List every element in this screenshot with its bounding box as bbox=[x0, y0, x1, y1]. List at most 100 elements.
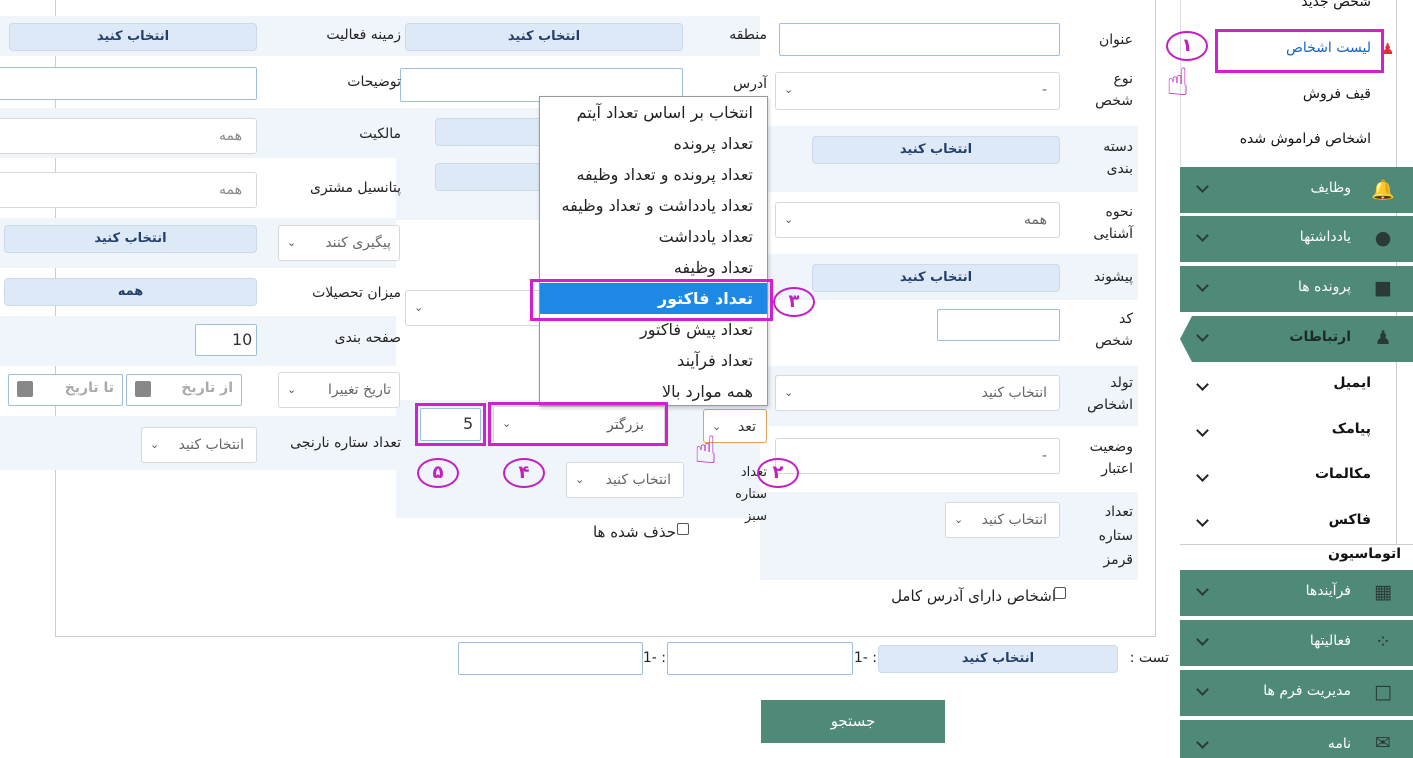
range-input-1[interactable] bbox=[667, 642, 853, 675]
form-management-label: مدیریت فرم ها bbox=[1263, 683, 1351, 699]
sidebar-item-letter[interactable]: نامه ✉ bbox=[1180, 720, 1413, 758]
red-stars-value: انتخاب کنید bbox=[981, 512, 1047, 528]
ownership-select[interactable]: همه bbox=[0, 118, 257, 154]
processes-label: فرآیندها bbox=[1305, 583, 1351, 599]
category-label: دسته بندی bbox=[1103, 139, 1133, 177]
folder-icon: ■ bbox=[1374, 277, 1392, 299]
change-date-value: تاریخ تغییرا bbox=[327, 382, 391, 398]
test-pill[interactable]: انتخاب کنید bbox=[878, 645, 1118, 673]
description-label: توضیحات bbox=[347, 74, 401, 90]
step-5-marker: ۵ bbox=[417, 458, 459, 488]
sidebar-item-form-management[interactable]: مدیریت فرم ها □ bbox=[1180, 670, 1413, 716]
sidebar-item-forgotten-persons[interactable]: اشخاص فراموش شده bbox=[1240, 131, 1371, 147]
customer-potential-label: پتانسیل مشتری bbox=[310, 180, 401, 196]
range-sep-2: 1- : bbox=[642, 650, 666, 666]
education-pill[interactable]: همه bbox=[4, 278, 257, 306]
sidebar-item-fax[interactable]: فاکس bbox=[1329, 512, 1371, 528]
change-date-select[interactable]: تاریخ تغییرا ⌄ bbox=[278, 372, 400, 408]
dropdown-item[interactable]: انتخاب بر اساس تعداد آیتم bbox=[540, 97, 767, 128]
green-stars-select[interactable]: انتخاب کنید ⌄ bbox=[566, 462, 684, 498]
customer-potential-select[interactable]: همه bbox=[0, 172, 257, 208]
calendar-icon bbox=[17, 381, 33, 397]
followup-pill[interactable]: انتخاب کنید bbox=[4, 225, 257, 253]
sidebar-item-new-person[interactable]: شخص جدید bbox=[1301, 0, 1371, 10]
dropdown-item[interactable]: تعداد یادداشت bbox=[540, 221, 767, 252]
acquaintance-label: نحوه آشنایی bbox=[1093, 204, 1133, 242]
sidebar-item-activities[interactable]: فعالیتها ⁘ bbox=[1180, 620, 1413, 666]
sidebar-item-sales-funnel[interactable]: قیف فروش bbox=[1303, 86, 1371, 102]
region-pill[interactable]: انتخاب کنید bbox=[405, 23, 683, 51]
sidebar-item-tasks[interactable]: وظایف 🔔 bbox=[1180, 167, 1413, 213]
orange-stars-value: انتخاب کنید bbox=[178, 437, 244, 453]
activity-field-label: زمینه فعالیت bbox=[326, 27, 401, 43]
chevron-down-icon: ⌄ bbox=[784, 386, 794, 399]
prefix-pill[interactable]: انتخاب کنید bbox=[812, 264, 1060, 292]
mid-select-hidden[interactable]: ⌄ bbox=[405, 290, 545, 326]
sidebar-item-communications[interactable]: ارتباطات ♟ bbox=[1180, 316, 1413, 362]
flow-icon: ▦ bbox=[1374, 581, 1392, 603]
count-type-value: تعد bbox=[738, 419, 756, 435]
chevron-down-icon: ⌄ bbox=[287, 383, 297, 396]
activity-field-pill[interactable]: انتخاب کنید bbox=[9, 23, 257, 51]
from-date-input[interactable]: از تاریخ bbox=[126, 374, 242, 406]
ownership-label: مالکیت bbox=[359, 126, 401, 142]
mid-pill-2[interactable] bbox=[435, 163, 555, 191]
chevron-down-icon: ⌄ bbox=[784, 83, 794, 96]
red-stars-select[interactable]: انتخاب کنید ⌄ bbox=[945, 502, 1060, 538]
region-label: منطقه bbox=[729, 27, 767, 43]
chevron-down-icon: ⌄ bbox=[784, 213, 794, 226]
red-stars-label: تعداد ستاره قرمز bbox=[1098, 504, 1133, 568]
paging-input[interactable]: 10 bbox=[195, 324, 257, 356]
sidebar-item-notes[interactable]: یادداشتها ● bbox=[1180, 216, 1413, 262]
notes-label: یادداشتها bbox=[1299, 229, 1351, 245]
sidebar-separator bbox=[1180, 544, 1413, 545]
paging-label: صفحه بندی bbox=[334, 330, 401, 346]
address-label: آدرس bbox=[733, 76, 767, 92]
title-input[interactable] bbox=[779, 23, 1060, 56]
acquaintance-select[interactable]: همه ⌄ bbox=[775, 202, 1060, 238]
chevron-down-icon bbox=[1196, 633, 1209, 646]
category-pill[interactable]: انتخاب کنید bbox=[812, 136, 1060, 164]
full-address-checkbox[interactable] bbox=[1054, 587, 1066, 599]
person-type-label: نوع شخص bbox=[1095, 71, 1133, 109]
dropdown-item[interactable]: تعداد فرآیند bbox=[540, 345, 767, 376]
user-icon: ♟ bbox=[1374, 327, 1392, 349]
deleted-checkbox[interactable] bbox=[677, 523, 689, 535]
followup-select[interactable]: پیگیری کنند ⌄ bbox=[278, 225, 400, 261]
step-3-marker: ۳ bbox=[773, 287, 815, 317]
calendar-icon bbox=[135, 381, 151, 397]
birth-value: انتخاب کنید bbox=[981, 385, 1047, 401]
chevron-down-icon: ⌄ bbox=[414, 301, 424, 314]
range-sep-1: 1- : bbox=[853, 650, 877, 666]
birth-select[interactable]: انتخاب کنید ⌄ bbox=[775, 375, 1060, 411]
dropdown-item[interactable]: تعداد پرونده bbox=[540, 128, 767, 159]
person-code-input[interactable] bbox=[937, 309, 1060, 341]
count-dropdown-menu[interactable]: انتخاب بر اساس تعداد آیتم تعداد پرونده ت… bbox=[539, 96, 768, 406]
person-code-label: کد شخص bbox=[1095, 311, 1133, 349]
description-input[interactable] bbox=[0, 67, 257, 100]
chevron-down-icon bbox=[1196, 736, 1209, 749]
followup-value: پیگیری کنند bbox=[325, 235, 391, 251]
mid-pill-1[interactable] bbox=[435, 118, 555, 146]
to-date-input[interactable]: تا تاریخ bbox=[8, 374, 123, 406]
sidebar-item-email[interactable]: ایمیل bbox=[1333, 375, 1371, 391]
chevron-down-icon: ⌄ bbox=[575, 473, 585, 486]
chevron-down-icon: ⌄ bbox=[150, 438, 160, 451]
chevron-down-icon: ⌄ bbox=[954, 513, 964, 526]
communications-label: ارتباطات bbox=[1289, 329, 1351, 345]
dropdown-item[interactable]: تعداد پرونده و تعداد وظیفه bbox=[540, 159, 767, 190]
sidebar-item-sms[interactable]: پیامک bbox=[1332, 421, 1371, 437]
person-type-select[interactable]: - ⌄ bbox=[775, 72, 1060, 110]
sidebar-item-automation[interactable]: اتوماسیون bbox=[1328, 546, 1401, 562]
orange-stars-select[interactable]: انتخاب کنید ⌄ bbox=[141, 427, 257, 463]
search-button[interactable]: جستجو bbox=[761, 700, 945, 743]
credit-status-select[interactable]: - bbox=[775, 438, 1060, 474]
highlight-count-number bbox=[415, 403, 486, 446]
sidebar-item-files[interactable]: پرونده ها ■ bbox=[1180, 266, 1413, 312]
range-input-2[interactable] bbox=[458, 642, 643, 675]
sidebar-item-calls[interactable]: مکالمات bbox=[1315, 466, 1371, 482]
sidebar-item-processes[interactable]: فرآیندها ▦ bbox=[1180, 570, 1413, 616]
dropdown-item[interactable]: تعداد یادداشت و تعداد وظیفه bbox=[540, 190, 767, 221]
test-label: تست : bbox=[1129, 650, 1169, 666]
deleted-label: حذف شده ها bbox=[592, 523, 676, 541]
